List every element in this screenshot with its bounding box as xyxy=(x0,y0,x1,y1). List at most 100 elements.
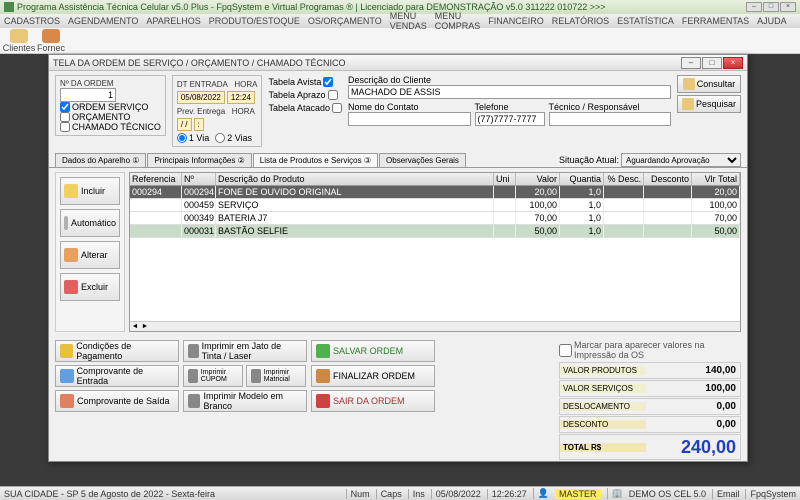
menu-compras[interactable]: MENU COMPRAS xyxy=(435,11,481,31)
service-order-window: TELA DA ORDEM DE SERVIÇO / ORÇAMENTO / C… xyxy=(48,54,748,462)
valor-servicos: 100,00 xyxy=(646,383,740,394)
phone-input[interactable] xyxy=(475,112,545,126)
chk-ordem-servico[interactable] xyxy=(60,102,70,112)
incluir-button[interactable]: Incluir xyxy=(60,177,120,205)
chk-chamado[interactable] xyxy=(60,122,70,132)
search-icon xyxy=(682,98,694,110)
table-row[interactable]: 000031BASTÃO SELFIE50,001,050,00 xyxy=(130,225,740,238)
window-titlebar: TELA DA ORDEM DE SERVIÇO / ORÇAMENTO / C… xyxy=(49,55,747,71)
sair-ordem-button[interactable]: SAIR DA ORDEM xyxy=(311,390,435,412)
print-jato-button[interactable]: Imprimir em Jato de Tinta / Laser xyxy=(183,340,307,362)
table-row[interactable]: 000459SERVIÇO100,001,0100,00 xyxy=(130,199,740,212)
prev-time[interactable]: : xyxy=(194,118,204,131)
chk-print-values[interactable] xyxy=(559,344,572,357)
excluir-button[interactable]: Excluir xyxy=(60,273,120,301)
table-row[interactable]: 000294000294FONE DE OUVIDO ORIGINAL20,00… xyxy=(130,186,740,199)
check-icon xyxy=(316,344,330,358)
alterar-button[interactable]: Alterar xyxy=(60,241,120,269)
consultar-button[interactable]: Consultar xyxy=(677,75,741,93)
table-row[interactable]: 000349BATERIA J770,001,070,00 xyxy=(130,212,740,225)
tb-fornec[interactable]: Fornec xyxy=(36,29,66,53)
printer-icon xyxy=(188,369,198,383)
app-icon xyxy=(4,2,14,12)
delete-icon xyxy=(64,280,78,294)
receipt-in-icon xyxy=(60,369,74,383)
comprovante-saida-button[interactable]: Comprovante de Saída xyxy=(55,390,179,412)
menu-agendamento[interactable]: AGENDAMENTO xyxy=(68,16,138,26)
add-icon xyxy=(64,184,78,198)
win-max-button[interactable]: □ xyxy=(702,57,722,69)
radio-1via[interactable] xyxy=(177,133,187,143)
maximize-button[interactable]: □ xyxy=(763,2,779,12)
status-location: SUA CIDADE - SP 5 de Agosto de 2022 - Se… xyxy=(4,489,215,499)
salvar-ordem-button[interactable]: SALVAR ORDEM xyxy=(311,340,435,362)
status-date: 05/08/2022 xyxy=(431,489,481,499)
menu-produto[interactable]: PRODUTO/ESTOQUE xyxy=(209,16,300,26)
condicoes-pagamento-button[interactable]: Condições de Pagamento xyxy=(55,340,179,362)
date-entry[interactable]: 05/08/2022 xyxy=(177,91,225,104)
prev-date[interactable]: / / xyxy=(177,118,192,131)
chk-avista[interactable] xyxy=(323,77,333,87)
automatico-button[interactable]: Automático xyxy=(60,209,120,237)
client-name-input[interactable] xyxy=(348,85,671,99)
time-entry[interactable]: 12:24 xyxy=(227,91,255,104)
radio-2vias[interactable] xyxy=(215,133,225,143)
flag-icon xyxy=(316,369,330,383)
print-branco-button[interactable]: Imprimir Modelo em Branco xyxy=(183,390,307,412)
date-group: DT ENTRADA HORA 05/08/202212:24 Prev. En… xyxy=(172,75,263,147)
status-demo: DEMO OS CEL 5.0 xyxy=(629,489,706,499)
clients-icon xyxy=(10,29,28,43)
finalizar-ordem-button[interactable]: FINALIZAR ORDEM xyxy=(311,365,435,387)
table-type-group: Tabela Avista Tabela Aprazo Tabela Ataca… xyxy=(268,75,342,113)
tab-dados-aparelho[interactable]: Dados do Aparelho ① xyxy=(55,153,146,167)
chk-aprazo[interactable] xyxy=(328,90,338,100)
order-number-group: Nº DA ORDEM ORDEM SERVIÇO ORÇAMENTO CHAM… xyxy=(55,75,166,136)
receipt-out-icon xyxy=(60,394,74,408)
total-rs: 240,00 xyxy=(646,437,740,458)
menu-financeiro[interactable]: FINANCEIRO xyxy=(488,16,544,26)
close-button[interactable]: × xyxy=(780,2,796,12)
printer-icon xyxy=(188,344,199,358)
minimize-button[interactable]: – xyxy=(746,2,762,12)
menu-ajuda[interactable]: AJUDA xyxy=(757,16,787,26)
print-matricial-button[interactable]: Imprimir Matricial xyxy=(246,365,306,387)
exit-icon xyxy=(316,394,330,408)
printer-icon xyxy=(251,369,261,383)
tab-produtos-servicos[interactable]: Lista de Produtos e Serviços ③ xyxy=(253,153,378,167)
contact-input[interactable] xyxy=(348,112,471,126)
menu-vendas[interactable]: MENU VENDAS xyxy=(390,11,427,31)
printer-icon xyxy=(188,394,200,408)
valor-produtos: 140,00 xyxy=(646,365,740,376)
tab-observacoes[interactable]: Observações Gerais xyxy=(379,153,466,167)
menu-relatorios[interactable]: RELATÓRIOS xyxy=(552,16,609,26)
situacao-select[interactable]: Aguardando Aprovação xyxy=(621,153,741,167)
supplier-icon xyxy=(42,29,60,43)
menu-estatistica[interactable]: ESTATÍSTICA xyxy=(617,16,674,26)
pesquisar-button[interactable]: Pesquisar xyxy=(677,95,741,113)
products-grid[interactable]: ReferenciaNºDescrição do ProdutoUniValor… xyxy=(129,172,741,332)
menu-cadastros[interactable]: CADASTROS xyxy=(4,16,60,26)
print-cupom-button[interactable]: Imprimir CUPOM xyxy=(183,365,243,387)
money-icon xyxy=(60,344,73,358)
chk-orcamento[interactable] xyxy=(60,112,70,122)
tab-principais-info[interactable]: Principais Informações ② xyxy=(147,153,251,167)
barcode-icon xyxy=(64,216,68,230)
win-min-button[interactable]: – xyxy=(681,57,701,69)
tb-clientes[interactable]: Clientes xyxy=(4,29,34,53)
menu-os[interactable]: OS/ORÇAMENTO xyxy=(308,16,382,26)
client-group: Descrição do Cliente Nome do Contato Tel… xyxy=(348,75,671,126)
statusbar: SUA CIDADE - SP 5 de Agosto de 2022 - Se… xyxy=(0,486,800,500)
chk-atacado[interactable] xyxy=(332,103,342,113)
menubar: CADASTROS AGENDAMENTO APARELHOS PRODUTO/… xyxy=(0,14,800,28)
grid-scrollbar[interactable]: ◄► xyxy=(130,321,740,331)
comprovante-entrada-button[interactable]: Comprovante de Entrada xyxy=(55,365,179,387)
win-close-button[interactable]: × xyxy=(723,57,743,69)
technician-input[interactable] xyxy=(549,112,672,126)
menu-ferramentas[interactable]: FERRAMENTAS xyxy=(682,16,749,26)
totals-panel: Marcar para aparecer valores na Impressã… xyxy=(559,340,741,461)
edit-icon xyxy=(64,248,78,262)
app-title: Programa Assistência Técnica Celular v5.… xyxy=(17,2,606,12)
order-number-input[interactable] xyxy=(60,88,116,102)
window-title: TELA DA ORDEM DE SERVIÇO / ORÇAMENTO / C… xyxy=(53,58,346,68)
menu-aparelhos[interactable]: APARELHOS xyxy=(146,16,200,26)
